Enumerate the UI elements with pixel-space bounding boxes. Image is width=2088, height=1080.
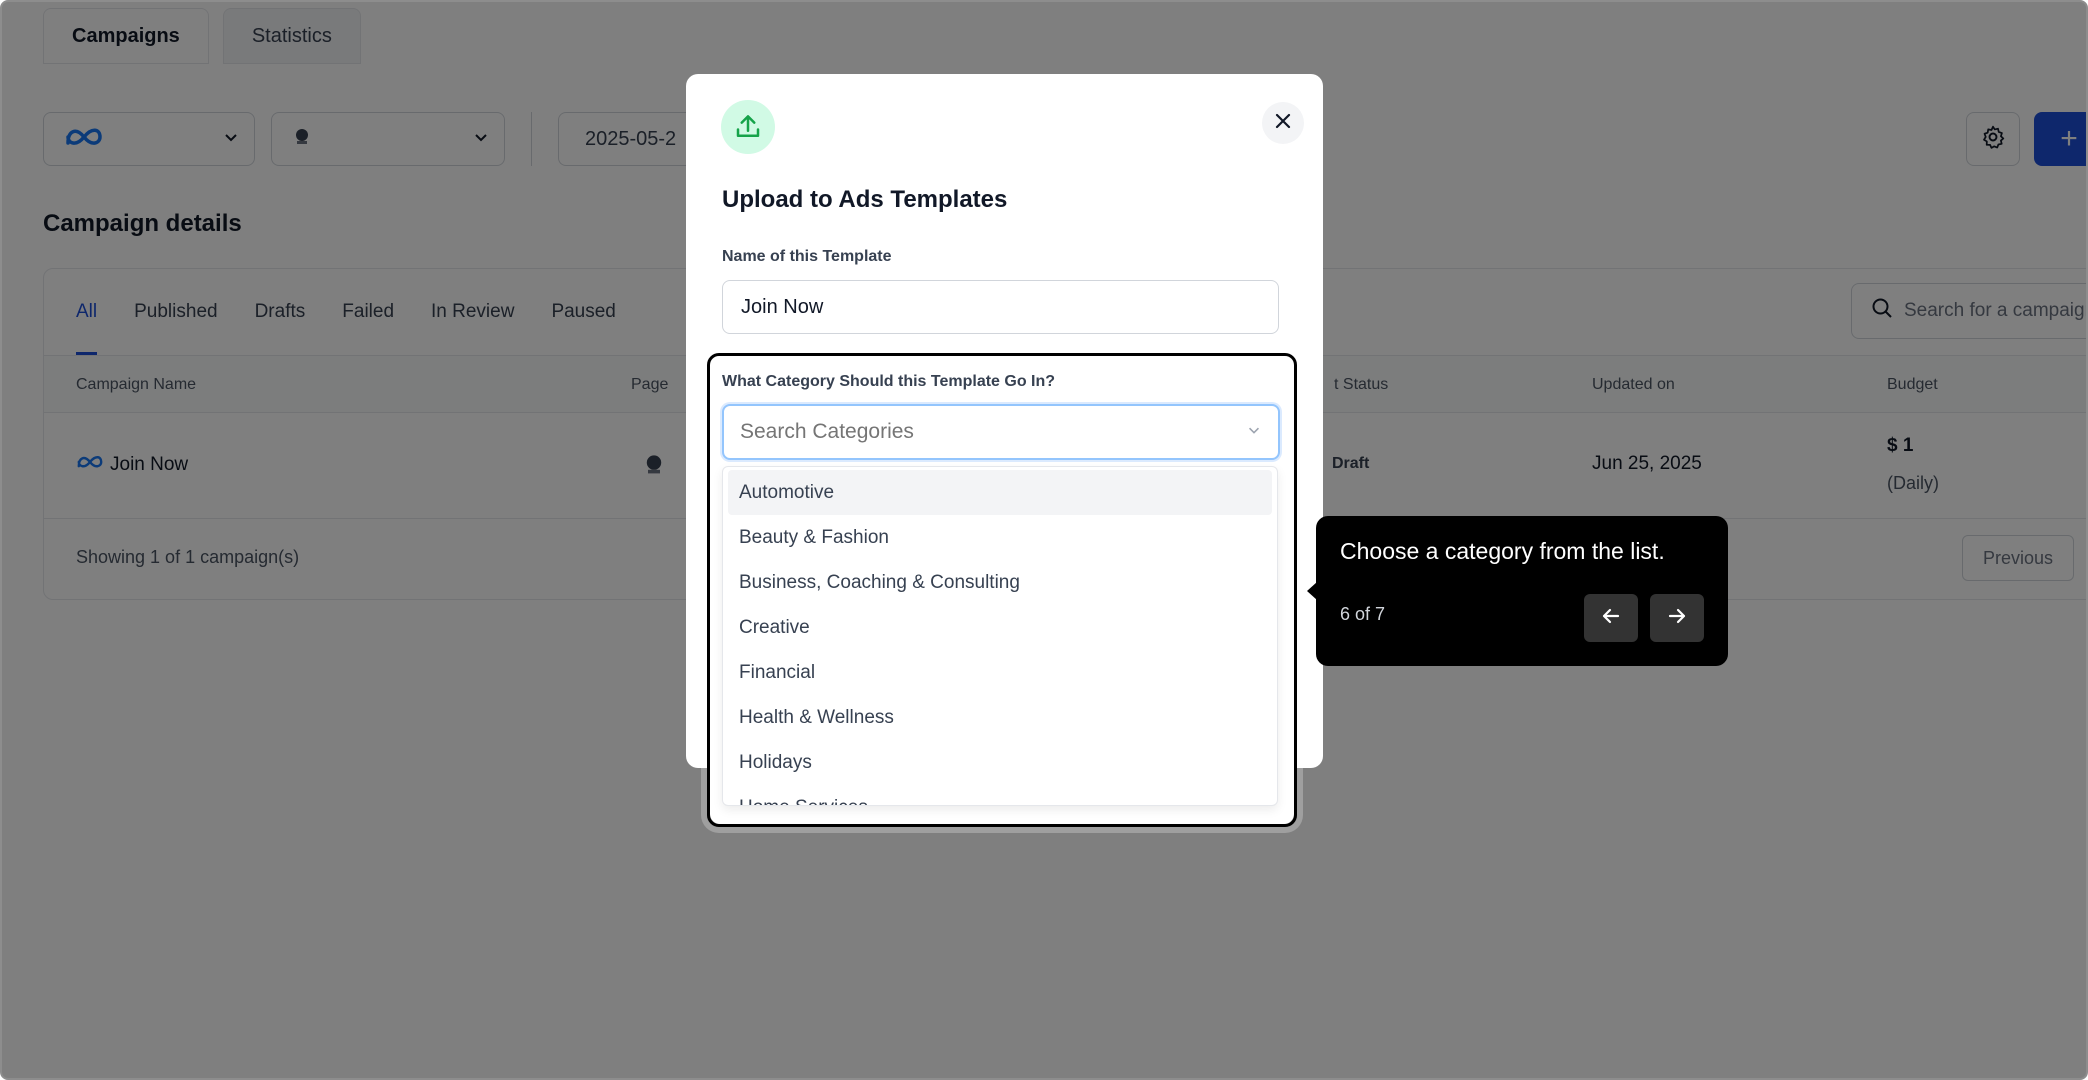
category-search-input[interactable] <box>740 420 1220 444</box>
arrow-left-icon <box>1600 605 1622 632</box>
tour-tooltip: Choose a category from the list. 6 of 7 <box>1316 516 1728 666</box>
category-option[interactable]: Automotive <box>728 470 1272 515</box>
template-name-label: Name of this Template <box>722 248 892 265</box>
category-label: What Category Should this Template Go In… <box>722 373 1056 390</box>
tooltip-text: Choose a category from the list. <box>1340 538 1665 564</box>
category-dropdown-list: Automotive Beauty & Fashion Business, Co… <box>722 466 1278 806</box>
tooltip-back-button[interactable] <box>1584 594 1638 642</box>
tooltip-step-count: 6 of 7 <box>1340 604 1386 624</box>
close-icon <box>1272 110 1294 137</box>
category-option[interactable]: Financial <box>728 650 1272 695</box>
category-option[interactable]: Creative <box>728 605 1272 650</box>
arrow-right-icon <box>1666 605 1688 632</box>
tooltip-next-button[interactable] <box>1650 594 1704 642</box>
chevron-down-icon <box>1246 422 1262 443</box>
category-option[interactable]: Beauty & Fashion <box>728 515 1272 560</box>
category-option[interactable]: Business, Coaching & Consulting <box>728 560 1272 605</box>
template-name-input[interactable] <box>722 280 1279 334</box>
category-search-field[interactable] <box>722 404 1280 460</box>
close-button[interactable] <box>1262 102 1304 144</box>
category-option[interactable]: Home Services <box>728 785 1272 806</box>
modal-title: Upload to Ads Templates <box>722 186 1008 213</box>
category-option[interactable]: Health & Wellness <box>728 695 1272 740</box>
upload-icon <box>721 100 775 154</box>
category-option[interactable]: Holidays <box>728 740 1272 785</box>
